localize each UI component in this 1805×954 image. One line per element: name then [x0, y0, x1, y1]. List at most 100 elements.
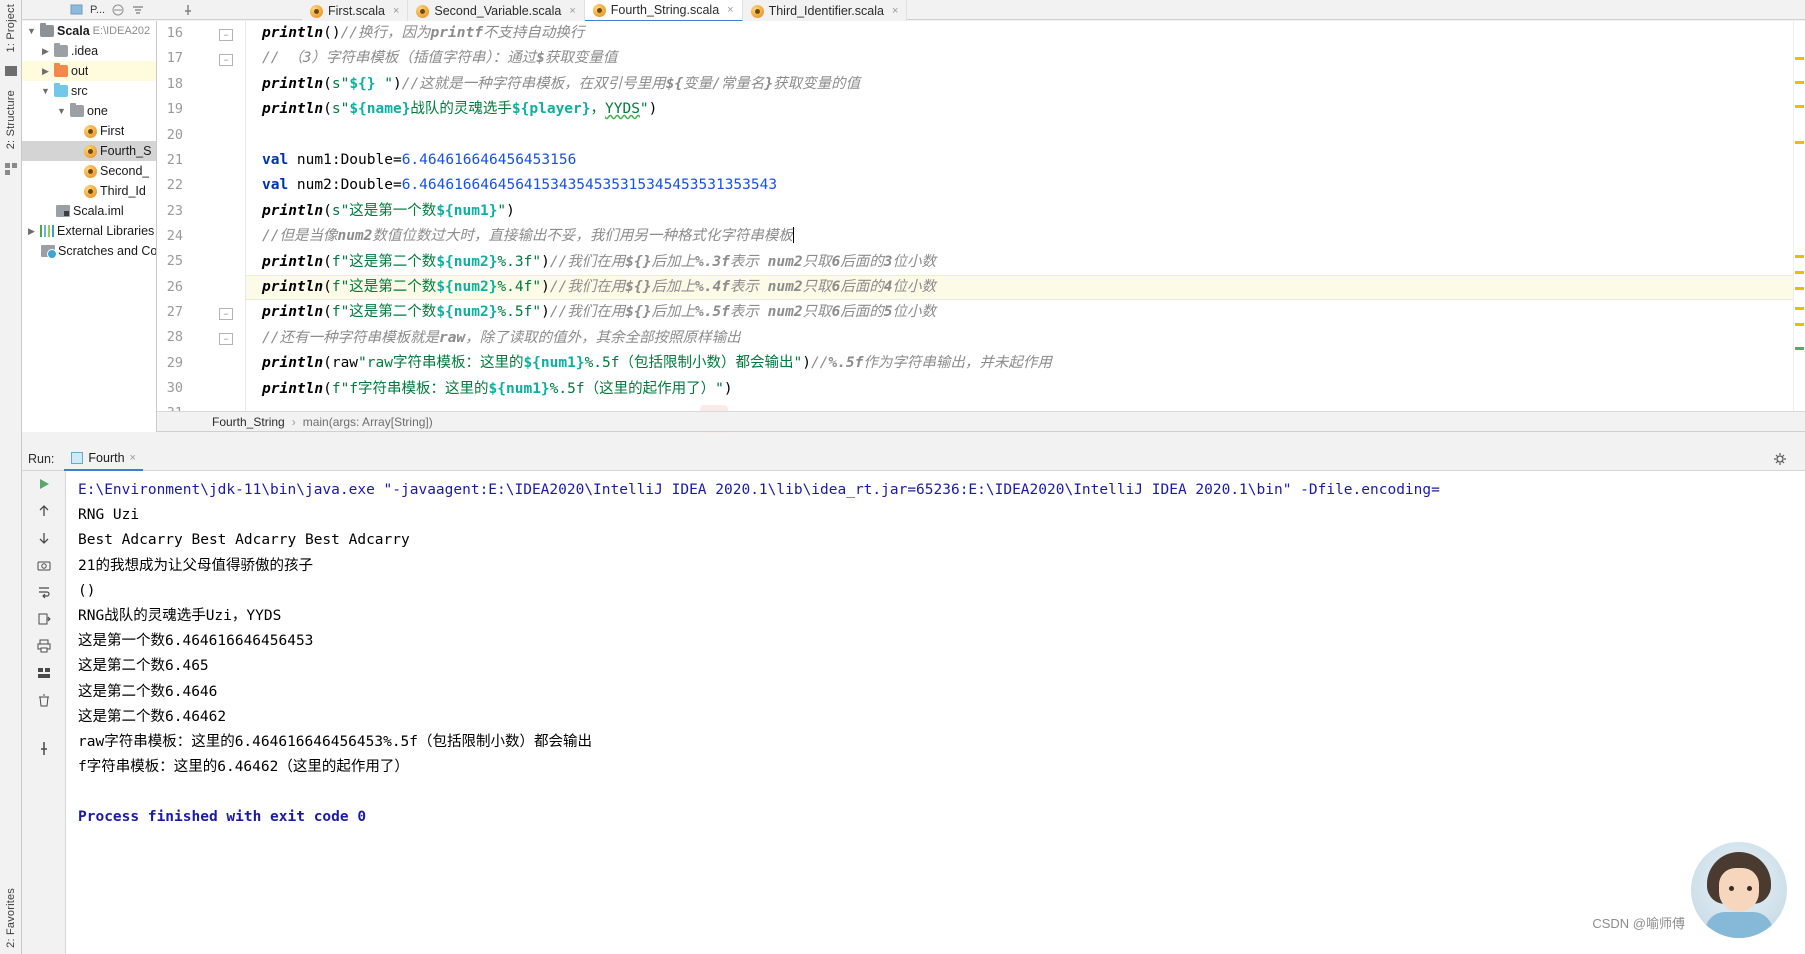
code-line-19[interactable]: println(s"${name}战队的灵魂选手${player}，YYDS")	[262, 97, 657, 122]
fold-marker[interactable]: −	[219, 308, 233, 320]
scroll-up-icon[interactable]	[35, 502, 53, 520]
warning-marker[interactable]	[1795, 141, 1804, 144]
breadcrumb-method[interactable]: main(args: Array[String])	[303, 415, 433, 429]
code-line-22[interactable]: val num2:Double=6.4646166464564153435453…	[262, 173, 777, 198]
tab-first-scala[interactable]: First.scala ×	[302, 0, 409, 22]
project-select-label[interactable]: P...	[90, 4, 105, 16]
code-line-29[interactable]: println(raw"raw字符串模板：这里的${num1}%.5f（包括限制…	[262, 351, 1052, 376]
gear-icon[interactable]	[1773, 452, 1787, 466]
code-line-28[interactable]: //还有一种字符串模板就是raw，除了读取的值外，其余全部按照原样输出	[262, 326, 741, 351]
close-icon[interactable]: ×	[569, 5, 575, 17]
console-line: RNG战队的灵魂选手Uzi，YYDS	[78, 607, 282, 624]
fold-marker[interactable]: −	[219, 29, 233, 41]
code-line-16[interactable]: println()//换行，因为printf不支持自动换行	[262, 21, 584, 46]
close-icon[interactable]: ×	[892, 5, 898, 17]
code-line-24[interactable]: //但是当像num2数值位数过大时，直接输出不妥，我们用另一种格式化字符串模板	[262, 224, 794, 249]
warning-marker[interactable]	[1795, 57, 1804, 60]
tree-item-third-identifier[interactable]: Third_Id	[22, 181, 156, 201]
console-output[interactable]: E:\Environment\jdk-11\bin\java.exe "-jav…	[66, 471, 1805, 954]
close-icon[interactable]: ×	[393, 5, 399, 17]
close-icon[interactable]: ×	[727, 4, 733, 16]
breadcrumb[interactable]: Fourth_String › main(args: Array[String]…	[157, 411, 1805, 432]
sidebar-item-structure[interactable]: 2: Structure	[5, 90, 17, 149]
tree-item-idea[interactable]: ▶ .idea	[22, 41, 156, 61]
rerun-icon[interactable]	[35, 475, 53, 493]
close-icon[interactable]: ×	[130, 452, 136, 464]
soft-wrap-icon[interactable]	[35, 583, 53, 601]
tree-item-label: Scratches and Co	[58, 244, 156, 258]
code-text-area[interactable]: println()//换行，因为printf不支持自动换行 // （3）字符串模…	[245, 21, 1805, 411]
project-tree[interactable]: ▼ Scala E:\IDEA202 ▶ .idea ▶ out ▼ src ▼…	[22, 21, 157, 432]
sidebar-item-favorites[interactable]: 2: Favorites	[5, 888, 17, 948]
code-line-21[interactable]: val num1:Double=6.464616646456453156	[262, 148, 576, 173]
scala-class-icon	[84, 144, 97, 158]
warning-marker[interactable]	[1795, 105, 1804, 108]
tree-item-src[interactable]: ▼ src	[22, 81, 156, 101]
print-icon[interactable]	[35, 637, 53, 655]
line-number: 30	[166, 380, 183, 396]
editor-gutter[interactable]: 16 17 18 19 20 21 22 23 24 25 26 27 28 2…	[157, 21, 245, 411]
chevron-down-icon[interactable]: ▼	[40, 86, 51, 96]
sidebar-item-project[interactable]: 1: Project	[5, 4, 17, 52]
tree-item-label: src	[71, 84, 88, 98]
tree-item-first[interactable]: First	[22, 121, 156, 141]
analysis-marker-gutter[interactable]	[1793, 21, 1805, 411]
code-line-23[interactable]: println(s"这是第一个数${num1}")	[262, 199, 515, 224]
tree-item-external-libraries[interactable]: ▶ External Libraries	[22, 221, 156, 241]
breadcrumb-file[interactable]: Fourth_String	[212, 415, 285, 429]
console-line: 这是第二个数6.465	[78, 658, 209, 675]
line-number: 17	[166, 50, 183, 66]
tree-item-one[interactable]: ▼ one	[22, 101, 156, 121]
warning-marker[interactable]	[1795, 81, 1804, 84]
warning-marker[interactable]	[1795, 255, 1804, 258]
scroll-down-icon[interactable]	[35, 529, 53, 547]
warning-marker[interactable]	[1795, 287, 1804, 290]
folder-icon	[54, 43, 68, 57]
tab-third-identifier-scala[interactable]: Third_Identifier.scala ×	[742, 0, 908, 22]
chevron-down-icon[interactable]: ▼	[56, 106, 67, 116]
tree-item-out[interactable]: ▶ out	[22, 61, 156, 81]
tab-fourth-string-scala[interactable]: Fourth_String.scala ×	[584, 0, 743, 22]
settings-icon[interactable]	[131, 3, 145, 17]
line-number: 18	[166, 76, 183, 92]
code-line-30[interactable]: println(f"f字符串模板：这里的${num1}%.5f（这里的起作用了）…	[262, 377, 733, 402]
trash-icon[interactable]	[35, 691, 53, 709]
run-tab-label: Fourth	[88, 450, 125, 465]
code-line-27[interactable]: println(f"这是第二个数${num2}%.5f")//我们在用${}后加…	[262, 300, 936, 325]
run-panel-toolbar	[22, 471, 66, 954]
pin-icon[interactable]	[35, 740, 53, 758]
code-line-17[interactable]: // （3）字符串模板（插值字符串）：通过$获取变量值	[262, 46, 617, 71]
code-editor[interactable]: 16 17 18 19 20 21 22 23 24 25 26 27 28 2…	[157, 21, 1805, 411]
chevron-right-icon[interactable]: ▶	[26, 226, 37, 237]
tab-second-variable-scala[interactable]: Second_Variable.scala ×	[408, 0, 585, 22]
project-view-icon[interactable]	[70, 3, 84, 17]
package-folder-icon	[70, 103, 84, 117]
pin-icon[interactable]	[181, 3, 195, 17]
scala-file-icon	[750, 4, 764, 18]
scala-file-icon	[416, 4, 430, 18]
tree-item-scala-iml[interactable]: Scala.iml	[22, 201, 156, 221]
code-line-26[interactable]: println(f"这是第二个数${num2}%.4f")//我们在用${}后加…	[262, 275, 936, 300]
grid-icon[interactable]	[35, 664, 53, 682]
tree-item-second-variable[interactable]: Second_	[22, 161, 156, 181]
collapse-all-icon[interactable]	[111, 3, 125, 17]
scala-file-icon	[310, 4, 323, 18]
tree-item-fourth-string[interactable]: Fourth_S	[22, 141, 156, 161]
chevron-right-icon[interactable]: ▶	[40, 66, 51, 77]
run-tab-fourth[interactable]: Fourth ×	[64, 447, 143, 471]
chevron-right-icon[interactable]: ▶	[40, 46, 51, 57]
source-folder-icon	[54, 83, 68, 97]
export-icon[interactable]	[35, 610, 53, 628]
code-line-18[interactable]: println(s"${} ")//这就是一种字符串模板，在双引号里用${变量/…	[262, 72, 860, 97]
tree-item-scala[interactable]: ▼ Scala E:\IDEA202	[22, 21, 156, 41]
code-line-25[interactable]: println(f"这是第二个数${num2}%.3f")//我们在用${}后加…	[262, 250, 936, 275]
fold-marker[interactable]: −	[219, 54, 233, 66]
warning-marker[interactable]	[1795, 323, 1804, 326]
ok-marker[interactable]	[1795, 347, 1804, 350]
warning-marker[interactable]	[1795, 307, 1804, 310]
warning-marker[interactable]	[1795, 271, 1804, 274]
chevron-down-icon[interactable]: ▼	[26, 26, 37, 36]
camera-icon[interactable]	[35, 556, 53, 574]
fold-marker[interactable]: −	[219, 333, 233, 345]
tree-item-scratches[interactable]: Scratches and Co	[22, 241, 156, 261]
